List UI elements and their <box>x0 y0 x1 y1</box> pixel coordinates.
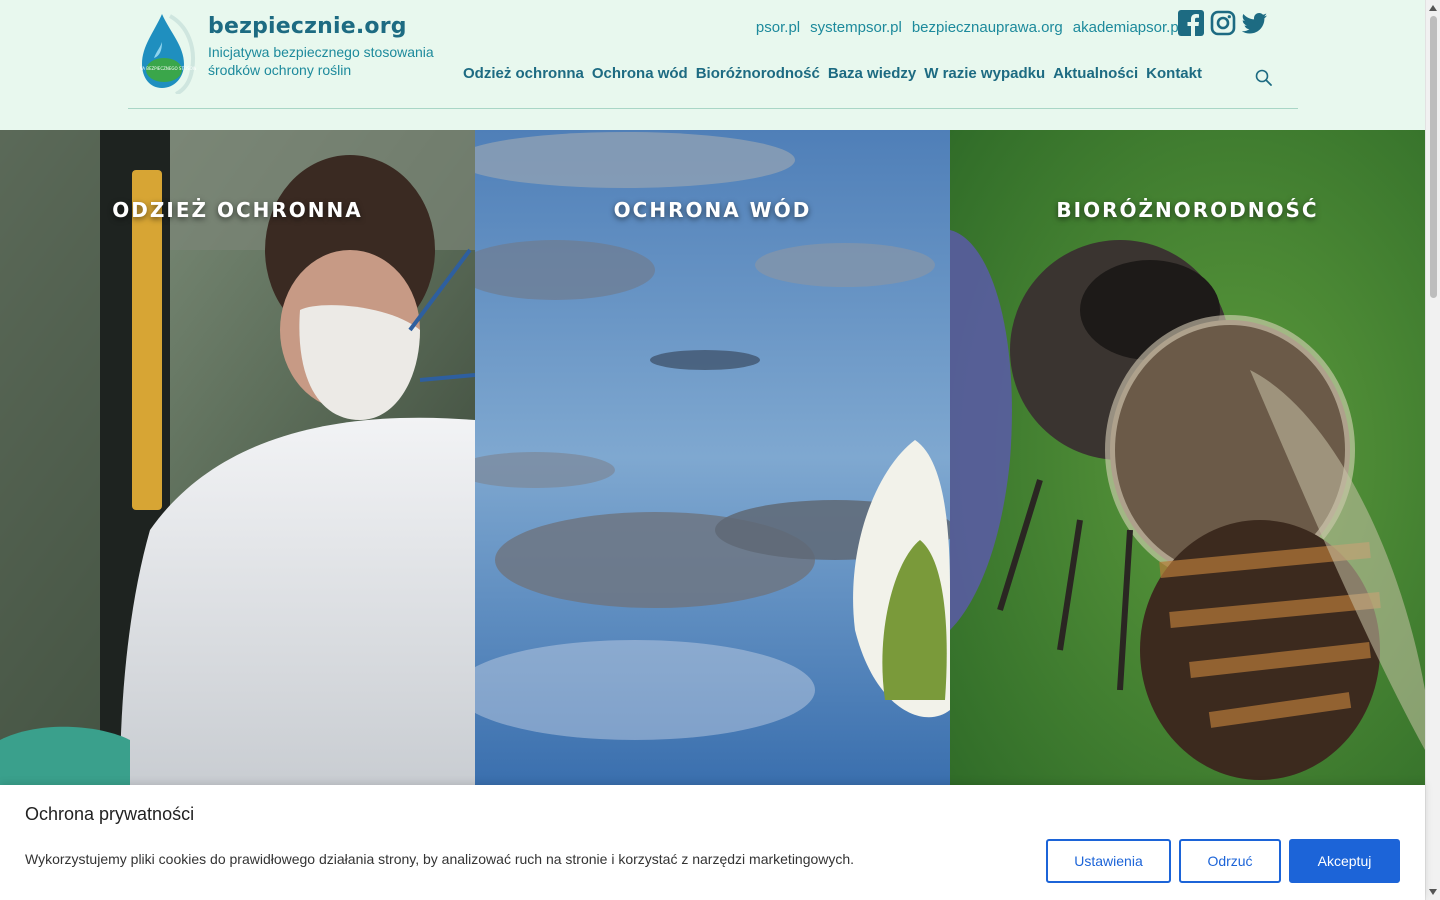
toplink-bezpiecznauprawa[interactable]: bezpiecznauprawa.org <box>912 19 1063 36</box>
nav-kontakt[interactable]: Kontakt <box>1146 65 1202 82</box>
cookie-accept-button[interactable]: Akceptuj <box>1289 839 1400 883</box>
social-links <box>1178 10 1268 36</box>
protective-clothing-image <box>0 130 475 785</box>
tile-ochrona-wod[interactable]: OCHRONA WÓD <box>475 130 950 785</box>
tile-bioroznorodnosc[interactable]: BIORÓŻNORODNOŚĆ <box>950 130 1425 785</box>
brand-name[interactable]: bezpiecznie.org <box>208 14 448 39</box>
brand-tagline: Inicjatywa bezpiecznego stosowania środk… <box>208 44 434 78</box>
tile-label-bio[interactable]: BIORÓŻNORODNOŚĆ <box>950 198 1425 222</box>
scroll-up-arrow-icon[interactable] <box>1429 5 1437 11</box>
nav-aktualnosci[interactable]: Aktualności <box>1053 65 1138 82</box>
nav-w-razie-wypadku[interactable]: W razie wypadku <box>924 65 1045 82</box>
site-header: INICJATYWA BEZPIECZNEGO STOSOWANIA bezpi… <box>0 0 1425 130</box>
nav-ochrona-wod[interactable]: Ochrona wód <box>592 65 688 82</box>
header-inner: INICJATYWA BEZPIECZNEGO STOSOWANIA bezpi… <box>122 0 1298 109</box>
toplink-akademiapsor[interactable]: akademiapsor.pl <box>1073 19 1182 36</box>
scroll-thumb[interactable] <box>1430 16 1437 298</box>
tile-label-woda[interactable]: OCHRONA WÓD <box>475 198 950 222</box>
instagram-icon[interactable] <box>1210 10 1236 36</box>
nav-odziez-ochronna[interactable]: Odzież ochronna <box>463 65 584 82</box>
tile-label-odziez[interactable]: ODZIEŻ OCHRONNA <box>0 198 475 222</box>
water-lily-image <box>475 130 950 785</box>
twitter-icon[interactable] <box>1241 10 1268 36</box>
hero-tiles: ODZIEŻ OCHRONNA OCHRONA WÓD BIORÓŻNORODN… <box>0 130 1425 785</box>
cookie-banner: Ochrona prywatności Wykorzystujemy pliki… <box>0 785 1425 900</box>
partner-links: psor.pl systempsor.pl bezpiecznauprawa.o… <box>756 19 1182 36</box>
cookie-settings-button[interactable]: Ustawienia <box>1046 839 1171 883</box>
scroll-down-arrow-icon[interactable] <box>1429 889 1437 895</box>
brand[interactable]: bezpiecznie.org Inicjatywa bezpiecznego … <box>208 14 448 79</box>
cookie-text: Wykorzystujemy pliki cookies do prawidło… <box>25 851 855 867</box>
toplink-psor[interactable]: psor.pl <box>756 19 800 36</box>
cookie-reject-button[interactable]: Odrzuć <box>1179 839 1281 883</box>
facebook-icon[interactable] <box>1178 10 1204 36</box>
search-icon[interactable] <box>1254 68 1274 88</box>
toplink-systempsor[interactable]: systempsor.pl <box>810 19 902 36</box>
nav-bioroznorodnosc[interactable]: Bioróżnorodność <box>696 65 820 82</box>
main-nav: Odzież ochronna Ochrona wód Bioróżnorodn… <box>463 65 1202 82</box>
page-scrollbar[interactable] <box>1425 0 1440 900</box>
bee-image <box>950 130 1425 785</box>
cookie-title: Ochrona prywatności <box>25 804 195 824</box>
logo-drop-icon[interactable]: INICJATYWA BEZPIECZNEGO STOSOWANIA <box>122 12 206 96</box>
tile-odziez-ochronna[interactable]: ODZIEŻ OCHRONNA <box>0 130 475 785</box>
nav-baza-wiedzy[interactable]: Baza wiedzy <box>828 65 916 82</box>
logo-text: INICJATYWA BEZPIECZNEGO STOSOWANIA <box>140 66 196 71</box>
